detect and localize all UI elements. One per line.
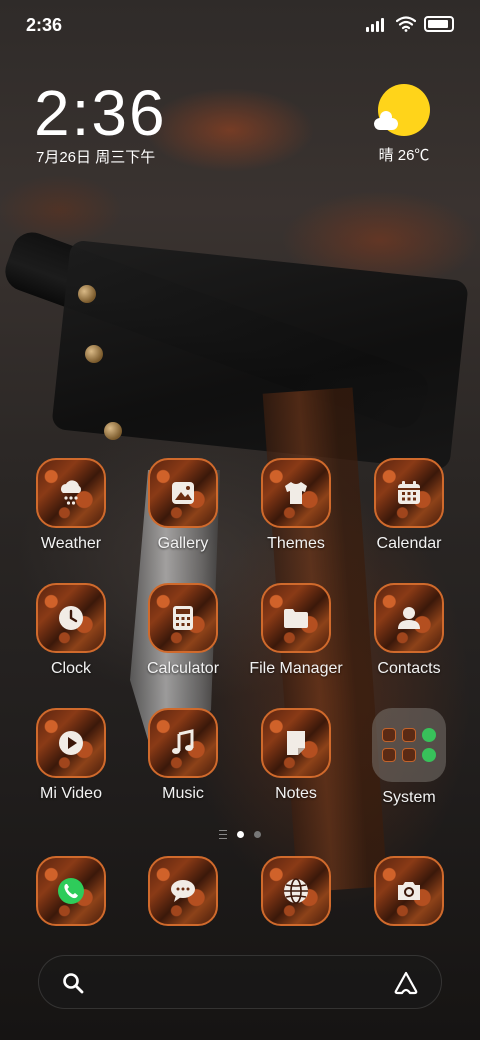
dock-browser[interactable] [241,856,351,926]
chat-bubble-icon [148,856,218,926]
app-label: System [382,789,436,806]
app-label: Calendar [376,535,442,552]
globe-icon [261,856,331,926]
search-bar[interactable] [38,955,442,1009]
wallpaper-rivet [78,285,96,303]
app-label: Weather [40,535,102,552]
app-calculator[interactable]: Calculator [128,583,238,678]
folder-grid-icon [372,708,446,782]
status-time: 2:36 [26,15,63,35]
app-gallery[interactable]: Gallery [128,458,238,553]
app-label: Mi Video [40,785,102,802]
app-label: Contacts [377,660,441,677]
app-label: File Manager [249,660,343,677]
app-notes[interactable]: Notes [241,708,351,803]
app-music[interactable]: Music [128,708,238,803]
app-clock[interactable]: Clock [16,583,126,678]
camera-icon [374,856,444,926]
dock-phone[interactable] [16,856,126,926]
status-bar: 2:36 [0,0,480,50]
status-icons [366,16,454,32]
clock-icon [36,583,106,653]
assistant-icon[interactable] [393,970,419,996]
sunny-cloud-icon [374,84,430,136]
phone-icon [36,856,106,926]
app-calendar[interactable]: Calendar [354,458,464,553]
app-label: Music [162,785,204,802]
calculator-icon [148,583,218,653]
app-label: Gallery [157,535,209,552]
folder-icon [261,583,331,653]
note-icon [261,708,331,778]
app-system-folder[interactable]: System [354,708,464,807]
page-dot-active[interactable] [237,831,244,838]
weather-snow-icon [36,458,106,528]
image-icon [148,458,218,528]
search-icon[interactable] [61,971,85,995]
clock-widget-time[interactable]: 2:36 [34,76,167,150]
app-contacts[interactable]: Contacts [354,583,464,678]
app-mi-video[interactable]: Mi Video [16,708,126,803]
app-themes[interactable]: Themes [241,458,351,553]
tshirt-icon [261,458,331,528]
wallpaper-rivet [104,422,122,440]
signal-icon [366,16,388,32]
wifi-icon [396,16,416,32]
app-label: Notes [275,785,317,802]
page-dot[interactable] [254,831,261,838]
app-label: Clock [50,660,91,677]
music-note-icon [148,708,218,778]
battery-icon [424,16,454,32]
app-file-manager[interactable]: File Manager [241,583,351,678]
wallpaper-rivet [85,345,103,363]
calendar-icon [374,458,444,528]
app-label: Themes [267,535,325,552]
dock-camera[interactable] [354,856,464,926]
app-weather[interactable]: Weather [16,458,126,553]
dock-messages[interactable] [128,856,238,926]
weather-widget-text: 晴 26℃ [378,147,430,164]
person-icon [374,583,444,653]
play-icon [36,708,106,778]
app-label: Calculator [146,660,220,677]
weather-widget[interactable]: 晴 26℃ [364,84,444,165]
page-indicator[interactable] [0,830,480,839]
clock-widget-date[interactable]: 7月26日 周三下午 [36,146,155,167]
page-list-icon[interactable] [219,830,227,839]
